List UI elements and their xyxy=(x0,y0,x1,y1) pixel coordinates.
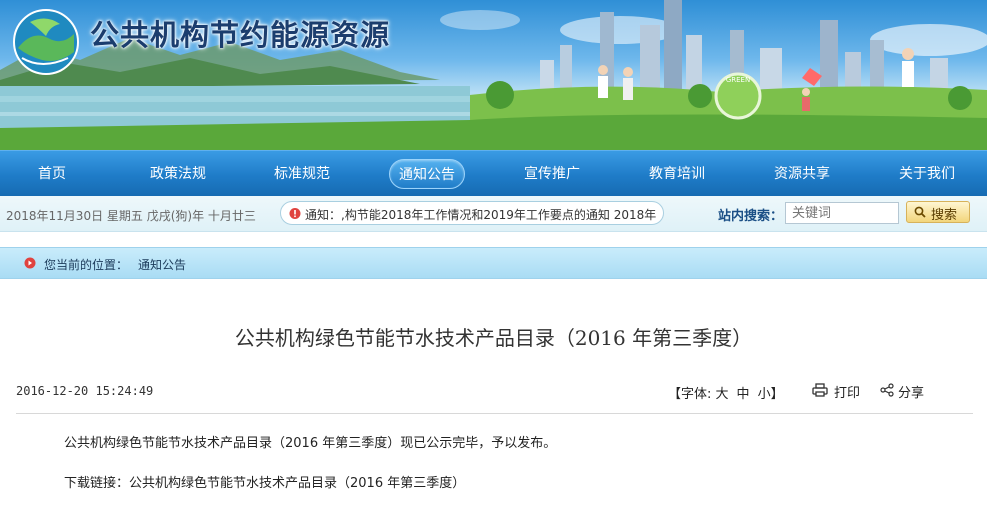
printer-icon xyxy=(812,383,828,397)
current-date: 2018年11月30日 星期五 戊戌(狗)年 十月廿三 xyxy=(6,209,256,223)
search-button[interactable]: 搜索 xyxy=(906,201,970,223)
font-size-medium[interactable]: 中 xyxy=(737,387,750,402)
site-logo-icon[interactable] xyxy=(12,8,80,76)
breadcrumb-text: 您当前的位置： 通知公告 xyxy=(44,256,186,273)
font-size-small[interactable]: 小 xyxy=(758,387,771,402)
nav-standards[interactable]: 标准规范 xyxy=(264,159,340,189)
font-size-label: 【字体: xyxy=(668,387,712,402)
font-size-close: 】 xyxy=(770,387,784,402)
search-input[interactable] xyxy=(785,202,899,224)
svg-text:GREEN: GREEN xyxy=(726,76,750,84)
breadcrumb-current[interactable]: 通知公告 xyxy=(138,258,186,272)
breadcrumb: 您当前的位置： 通知公告 xyxy=(0,247,987,279)
notice-ticker[interactable]: 通知：,构节能2018年工作情况和2019年工作要点的通知 2018年 xyxy=(280,201,664,225)
nav-home[interactable]: 首页 xyxy=(24,159,80,189)
nav-about[interactable]: 关于我们 xyxy=(889,159,965,189)
location-pin-icon xyxy=(24,257,36,269)
font-size-controls: 【字体: 大中小】 xyxy=(668,383,784,402)
font-size-large[interactable]: 大 xyxy=(716,387,729,402)
info-bar: 2018年11月30日 星期五 戊戌(狗)年 十月廿三 通知：,构节能2018年… xyxy=(0,196,987,232)
nav-promotion[interactable]: 宣传推广 xyxy=(514,159,590,189)
article-datetime: 2016-12-20 15:24:49 xyxy=(16,384,154,398)
download-line: 下载链接：公共机构绿色节能节水技术产品目录（2016 年第三季度） xyxy=(64,472,465,491)
download-link[interactable]: 公共机构绿色节能节水技术产品目录（2016 年第三季度） xyxy=(129,476,465,491)
search-label: 站内搜索： xyxy=(718,209,784,224)
print-label: 打印 xyxy=(834,386,861,401)
notice-text[interactable]: 通知：,构节能2018年工作情况和2019年工作要点的通知 2018年 xyxy=(305,206,656,223)
search-button-label: 搜索 xyxy=(931,208,958,223)
nav-policies[interactable]: 政策法规 xyxy=(140,159,216,189)
nav-notices[interactable]: 通知公告 xyxy=(389,159,465,189)
article-paragraph: 公共机构绿色节能节水技术产品目录（2016 年第三季度）现已公示完毕，予以发布。 xyxy=(64,436,557,451)
download-prefix: 下载链接： xyxy=(64,476,130,491)
nav-resources[interactable]: 资源共享 xyxy=(764,159,840,189)
header-banner: GREEN 公共机构节约能源资源 xyxy=(0,0,987,150)
article-divider xyxy=(16,413,973,414)
breadcrumb-prefix: 您当前的位置： xyxy=(44,258,129,272)
nav-training[interactable]: 教育培训 xyxy=(639,159,715,189)
main-nav: 首页 政策法规 标准规范 通知公告 宣传推广 教育培训 资源共享 关于我们 xyxy=(0,150,987,196)
bell-icon xyxy=(289,208,301,219)
site-title: 公共机构节约能源资源 xyxy=(90,18,391,52)
search-icon xyxy=(914,206,926,218)
article-title: 公共机构绿色节能节水技术产品目录（2016 年第三季度） xyxy=(234,326,753,350)
share-label: 分享 xyxy=(898,386,925,401)
share-icon xyxy=(880,383,894,397)
